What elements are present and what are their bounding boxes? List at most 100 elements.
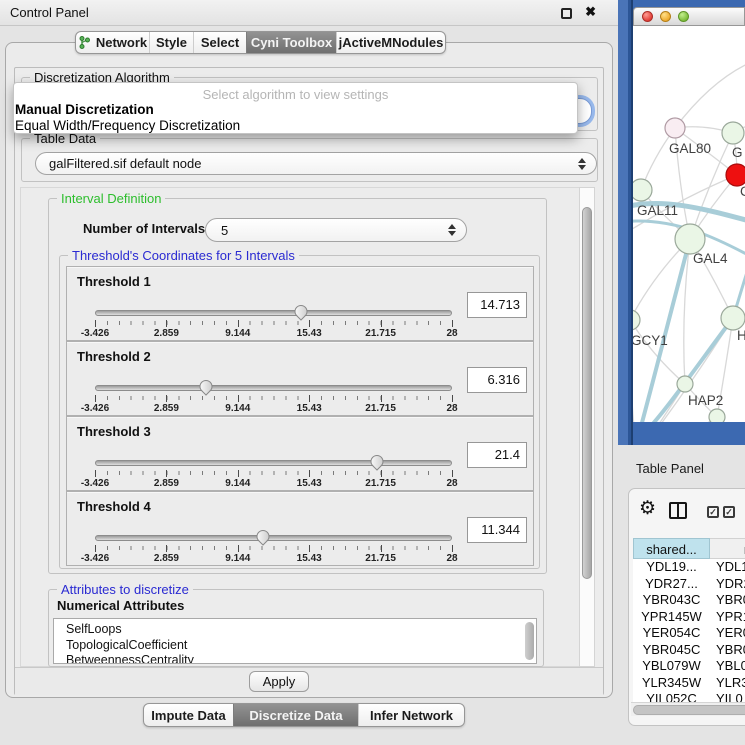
- stepper-arrows-icon: [447, 224, 456, 236]
- network-node[interactable]: [721, 306, 745, 330]
- slider-minor-ticks: [95, 546, 453, 550]
- slider-thumb[interactable]: [254, 527, 272, 545]
- slider-thumb[interactable]: [368, 452, 386, 470]
- network-node-label: GAL4: [693, 251, 728, 266]
- column-header-name[interactable]: n: [710, 538, 745, 559]
- network-node-label: C: [740, 184, 745, 199]
- table-row[interactable]: YPR145WYPR1: [633, 609, 745, 626]
- slider-minor-ticks: [95, 321, 453, 325]
- slider-track[interactable]: [95, 385, 452, 391]
- network-node-label: G: [732, 145, 743, 160]
- network-edge[interactable]: [675, 56, 745, 128]
- num-intervals-spinner[interactable]: 5: [205, 218, 467, 242]
- tab-impute-data[interactable]: Impute Data: [144, 704, 233, 726]
- tab-discretize-data[interactable]: Discretize Data: [233, 704, 358, 726]
- threshold-label: Threshold 3: [77, 424, 151, 439]
- control-panel-titlebar: Control Panel ✖: [0, 0, 618, 26]
- settings-scrollbar[interactable]: [579, 187, 595, 667]
- table-row[interactable]: YIL052CYIL0: [633, 691, 745, 702]
- apply-button[interactable]: Apply: [249, 671, 309, 692]
- network-node[interactable]: [709, 409, 725, 422]
- network-node[interactable]: [665, 118, 685, 138]
- dropdown-option-equal-width-frequency[interactable]: Equal Width/Frequency Discretization: [15, 118, 240, 133]
- threshold-slider[interactable]: -3.4262.8599.14415.4321.71528: [95, 528, 452, 564]
- threshold-slider[interactable]: -3.4262.8599.14415.4321.71528: [95, 303, 452, 339]
- list-scrollbar-thumb[interactable]: [525, 622, 534, 660]
- network-node[interactable]: [677, 376, 693, 392]
- network-node[interactable]: [726, 164, 745, 186]
- dropdown-option-manual-discretization[interactable]: Manual Discretization: [15, 102, 154, 117]
- network-window-titlebar[interactable]: [633, 7, 745, 26]
- scrollbar-thumb[interactable]: [633, 705, 745, 715]
- network-icon: [78, 36, 91, 49]
- tab-jactivemnodules[interactable]: jActiveMNodules: [336, 32, 445, 53]
- slider-track[interactable]: [95, 460, 452, 466]
- table-row[interactable]: YER054CYER0: [633, 625, 745, 642]
- scrollbar-thumb[interactable]: [582, 207, 592, 579]
- network-node[interactable]: [722, 122, 744, 144]
- network-canvas[interactable]: GAL80GCGAL11GAL4GCY1HHAP2: [633, 26, 745, 422]
- thresholds-group-title: Threshold's Coordinates for 5 Intervals: [68, 248, 299, 263]
- close-traffic-light[interactable]: [642, 11, 653, 22]
- threshold-value-field[interactable]: 6.316: [467, 367, 527, 393]
- slider-thumb[interactable]: [292, 302, 310, 320]
- threshold-value-field[interactable]: 11.344: [467, 517, 527, 543]
- threshold-value-field[interactable]: 14.713: [467, 292, 527, 318]
- slider-track[interactable]: [95, 535, 452, 541]
- bottom-tab-bar: Impute Data Discretize Data Infer Networ…: [143, 703, 465, 727]
- apply-strip: Apply: [15, 667, 603, 695]
- list-item[interactable]: TopologicalCoefficient: [54, 638, 536, 654]
- network-edge[interactable]: [637, 417, 717, 422]
- threshold-slider[interactable]: -3.4262.8599.14415.4321.71528: [95, 453, 452, 489]
- network-node[interactable]: [633, 179, 652, 201]
- threshold-panel: Threshold 2 -3.4262.8599.14415.4321.7152…: [66, 341, 534, 416]
- network-node-label: H: [737, 328, 745, 343]
- attributes-list: SelfLoops TopologicalCoefficient Between…: [53, 618, 537, 664]
- zoom-traffic-light[interactable]: [678, 11, 689, 22]
- list-item[interactable]: BetweennessCentrality: [54, 653, 536, 664]
- tab-cyni-toolbox[interactable]: Cyni Toolbox: [246, 32, 336, 53]
- attributes-group: Attributes to discretize Numerical Attri…: [48, 589, 544, 667]
- close-icon[interactable]: ✖: [585, 4, 596, 20]
- thresholds-group: Threshold's Coordinates for 5 Intervals …: [59, 255, 540, 569]
- tab-network[interactable]: Network: [76, 32, 149, 53]
- float-window-icon[interactable]: [561, 8, 572, 19]
- tab-style[interactable]: Style: [149, 32, 193, 53]
- algorithm-dropdown-popup: Select algorithm to view settings Manual…: [13, 82, 578, 134]
- dropdown-prompt: Select algorithm to view settings: [14, 87, 577, 102]
- table-horizontal-scrollbar[interactable]: [631, 702, 745, 716]
- network-node[interactable]: [675, 224, 705, 254]
- table-panel-title: Table Panel: [636, 455, 745, 483]
- table-data-group: Table Data galFiltered.sif default node: [21, 138, 598, 182]
- top-tab-bar: Network Style Select Cyni Toolbox jActiv…: [75, 31, 446, 54]
- threshold-panel: Threshold 3 -3.4262.8599.14415.4321.7152…: [66, 416, 534, 491]
- screen: Control Panel ✖ Network Style Select Cyn…: [0, 0, 745, 745]
- slider-thumb[interactable]: [196, 377, 214, 395]
- table-row[interactable]: YDR27...YDR2: [633, 576, 745, 593]
- table-row[interactable]: YBL079WYBL0: [633, 658, 745, 675]
- slider-track[interactable]: [95, 310, 452, 316]
- table-row[interactable]: YBR045CYBR0: [633, 642, 745, 659]
- table-row[interactable]: YLR345WYLR3: [633, 675, 745, 692]
- list-item[interactable]: SelfLoops: [54, 619, 536, 638]
- threshold-slider[interactable]: -3.4262.8599.14415.4321.71528: [95, 378, 452, 414]
- checkbox-icon[interactable]: ✓: [707, 506, 719, 518]
- threshold-label: Threshold 4: [77, 499, 151, 514]
- threshold-value-field[interactable]: 21.4: [467, 442, 527, 468]
- table-row[interactable]: YDL19...YDL1: [633, 559, 745, 576]
- attributes-group-title: Attributes to discretize: [57, 582, 193, 597]
- tab-infer-network[interactable]: Infer Network: [358, 704, 464, 726]
- minimize-traffic-light[interactable]: [660, 11, 671, 22]
- network-node-label: GAL11: [637, 203, 678, 218]
- table-row[interactable]: YBR043CYBR0: [633, 592, 745, 609]
- table-data-combo[interactable]: galFiltered.sif default node: [35, 152, 597, 175]
- column-header-shared[interactable]: shared...: [633, 538, 710, 559]
- checkbox-icon[interactable]: ✓: [723, 506, 735, 518]
- network-edge[interactable]: [733, 232, 745, 318]
- num-intervals-value: 5: [221, 219, 228, 242]
- network-node[interactable]: [633, 310, 640, 330]
- threshold-panel: Threshold 1 -3.4262.8599.14415.4321.7152…: [66, 266, 534, 341]
- tab-select[interactable]: Select: [193, 32, 246, 53]
- columns-icon[interactable]: [669, 502, 687, 519]
- gear-icon[interactable]: ⚙: [639, 499, 656, 519]
